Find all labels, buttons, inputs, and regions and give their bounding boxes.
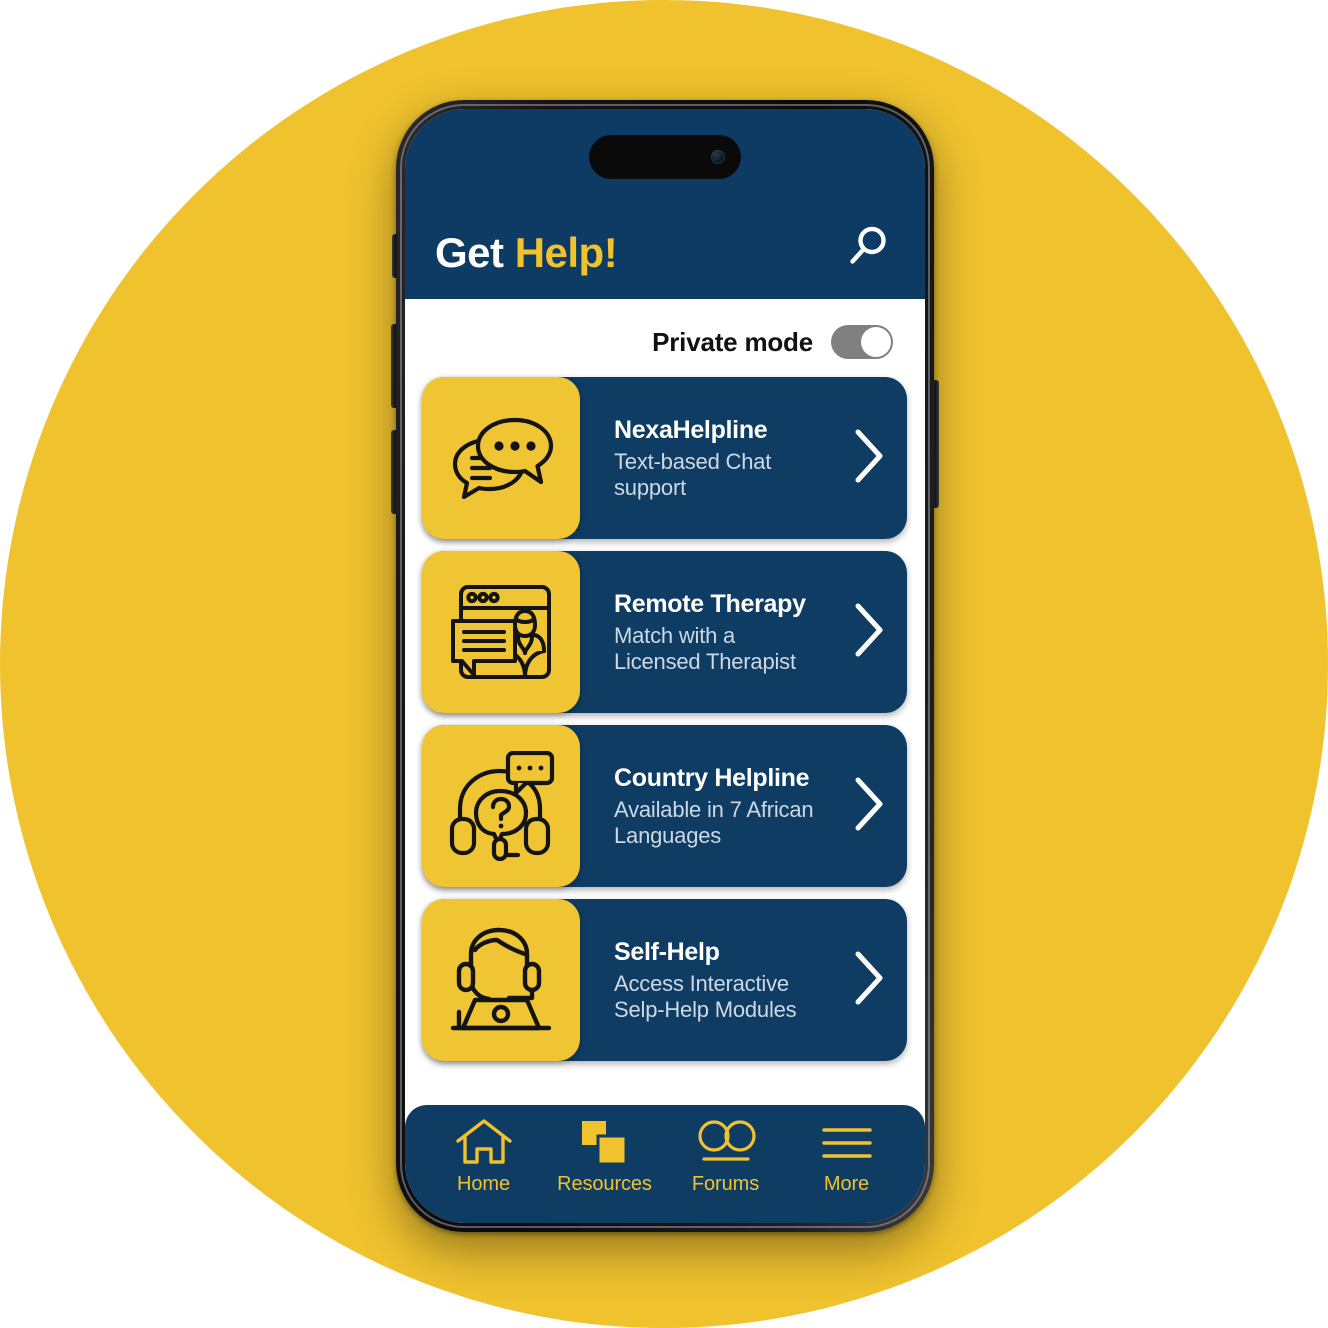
card-title: NexaHelpline <box>614 415 768 444</box>
nav-item-forums[interactable]: Forums <box>670 1117 782 1196</box>
nav-label: Forums <box>691 1173 760 1195</box>
silent-switch-button[interactable] <box>392 234 398 278</box>
card-subtitle-line2: Languages <box>614 822 722 848</box>
card-subtitle-line2: Licensed Therapist <box>614 648 796 674</box>
card-subtitle-line1: Access Interactive <box>614 970 789 996</box>
bottom-navigation-bar: Home Resources Forums More <box>405 1105 925 1223</box>
card-icon-tile <box>422 377 580 539</box>
card-subtitle: Match with a Licensed Therapist <box>614 623 823 675</box>
card-icon-tile <box>422 725 580 887</box>
card-subtitle: Access Interactive Selp-Help Modules <box>614 971 823 1023</box>
private-mode-label: Private mode <box>652 326 813 357</box>
page-title: Get Help! <box>435 229 618 277</box>
service-card-nexahelpline[interactable]: NexaHelpline Text-based Chat support <box>422 377 907 539</box>
squares-icon <box>579 1117 631 1169</box>
card-chevron-button[interactable] <box>831 427 907 490</box>
chat-bubbles-icon <box>445 412 557 504</box>
video-therapy-window-icon <box>448 581 554 683</box>
private-mode-toggle[interactable] <box>831 325 893 359</box>
search-icon <box>845 223 891 274</box>
card-text-block: Country Helpline Available in 7 African … <box>580 764 831 849</box>
card-icon-tile <box>422 899 580 1061</box>
volume-down-button[interactable] <box>391 430 398 514</box>
home-icon <box>455 1117 513 1169</box>
card-subtitle-line2: support <box>614 474 686 500</box>
card-chevron-button[interactable] <box>831 949 907 1012</box>
power-button[interactable] <box>932 380 939 508</box>
phone-device: Get Help! Private mode NexaHelpline Text… <box>391 100 939 1232</box>
nav-label: More <box>823 1173 870 1195</box>
person-laptop-headset-icon <box>445 924 557 1036</box>
chevron-right-icon <box>851 601 887 664</box>
chevron-right-icon <box>851 949 887 1012</box>
card-subtitle-line1: Available in 7 African <box>614 796 814 822</box>
card-subtitle-line1: Match with a <box>614 622 736 648</box>
card-text-block: NexaHelpline Text-based Chat support <box>580 416 831 501</box>
card-subtitle-line1: Text-based Chat <box>614 448 772 474</box>
nav-label: Home <box>457 1173 510 1195</box>
card-icon-tile <box>422 551 580 713</box>
private-mode-row: Private mode <box>423 299 907 377</box>
card-chevron-button[interactable] <box>831 775 907 838</box>
card-subtitle-line2: Selp-Help Modules <box>614 996 797 1022</box>
nav-item-more[interactable]: More <box>791 1117 903 1196</box>
chevron-right-icon <box>851 775 887 838</box>
card-title: Country Helpline <box>614 763 810 792</box>
service-card-list: NexaHelpline Text-based Chat support Rem… <box>422 377 907 1067</box>
chevron-right-icon <box>851 427 887 490</box>
headset-question-icon <box>446 751 556 861</box>
card-text-block: Remote Therapy Match with a Licensed The… <box>580 590 831 675</box>
card-title: Remote Therapy <box>614 589 806 618</box>
service-card-remote-therapy[interactable]: Remote Therapy Match with a Licensed The… <box>422 551 907 713</box>
service-card-self-help[interactable]: Self-Help Access Interactive Selp-Help M… <box>422 899 907 1061</box>
page-title-part2: Help! <box>514 229 618 276</box>
front-camera-icon <box>711 150 725 164</box>
two-circles-icon <box>696 1117 756 1169</box>
card-text-block: Self-Help Access Interactive Selp-Help M… <box>580 938 831 1023</box>
page-title-part1: Get <box>435 229 515 276</box>
volume-up-button[interactable] <box>391 324 398 408</box>
hamburger-icon <box>820 1117 874 1169</box>
card-title: Self-Help <box>614 937 720 966</box>
nav-item-resources[interactable]: Resources <box>549 1117 661 1196</box>
card-subtitle: Available in 7 African Languages <box>614 797 823 849</box>
card-subtitle: Text-based Chat support <box>614 449 823 501</box>
toggle-knob <box>861 327 891 357</box>
search-button[interactable] <box>841 221 895 275</box>
card-chevron-button[interactable] <box>831 601 907 664</box>
app-body: Private mode NexaHelpline Text-based Cha… <box>405 299 925 1105</box>
screenshot-canvas: Get Help! Private mode NexaHelpline Text… <box>0 0 1328 1328</box>
phone-screen: Get Help! Private mode NexaHelpline Text… <box>405 109 925 1223</box>
dynamic-island <box>589 135 741 179</box>
nav-label: Resources <box>557 1173 652 1195</box>
nav-item-home[interactable]: Home <box>428 1117 540 1196</box>
service-card-country-helpline[interactable]: Country Helpline Available in 7 African … <box>422 725 907 887</box>
